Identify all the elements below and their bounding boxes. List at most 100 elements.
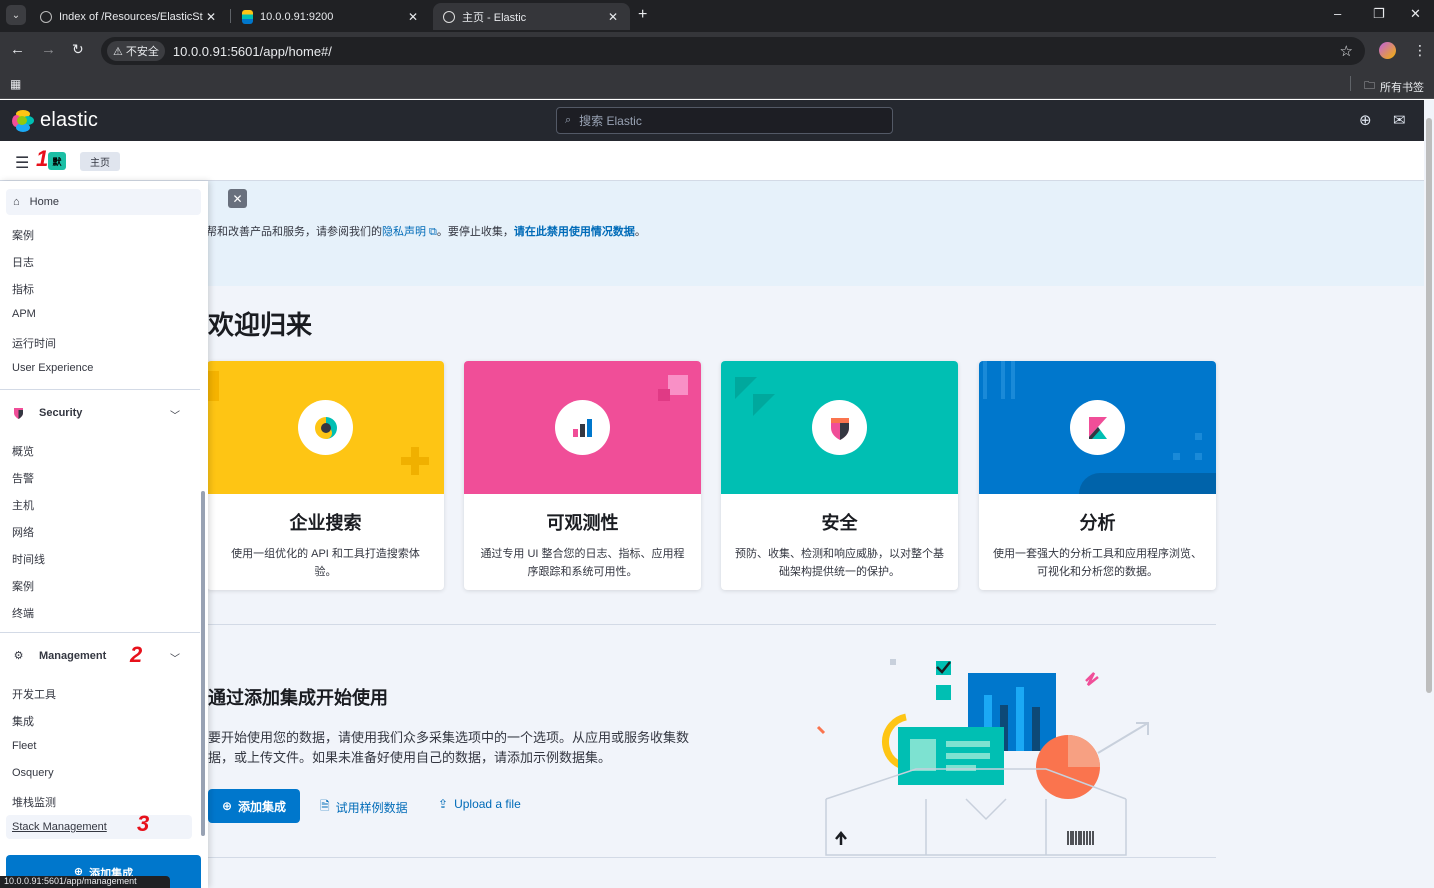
sample-data-label: 试用样例数据 bbox=[335, 801, 408, 815]
notice-text-end: 。 bbox=[634, 226, 646, 238]
nav-group-security[interactable]: Security bbox=[12, 406, 82, 419]
nav-group-management[interactable]: ⚙ Management bbox=[12, 649, 107, 663]
browser-tab-es[interactable]: 10.0.0.91:9200 ✕ bbox=[232, 3, 430, 30]
browser-tab-home[interactable]: 主页 - Elastic ✕ bbox=[433, 3, 630, 30]
security-chip[interactable]: ⚠ 不安全 bbox=[107, 41, 165, 61]
upload-file-link[interactable]: ⇪ Upload a file bbox=[438, 797, 521, 811]
tab-title: 主页 - Elastic bbox=[462, 11, 527, 24]
bookmarks-bar: ▦ 🗀 所有书签 bbox=[0, 69, 1434, 99]
nav-item-logs[interactable]: 日志 bbox=[12, 254, 34, 270]
forward-icon[interactable]: → bbox=[41, 41, 56, 58]
menu-toggle-icon[interactable]: ☰ bbox=[15, 153, 29, 173]
solution-card-observability[interactable]: 可观测性 通过专用 UI 整合您的日志、指标、应用程序跟踪和系统可用性。 bbox=[464, 361, 701, 590]
nav-item-fleet[interactable]: Fleet bbox=[12, 740, 36, 752]
omnibox[interactable]: ⚠ 不安全 10.0.0.91:5601/app/home#/ ☆ bbox=[101, 37, 1365, 65]
add-integrations-button[interactable]: ⊕ 添加集成 bbox=[208, 789, 300, 823]
privacy-link[interactable]: 隐私声明 bbox=[382, 226, 426, 238]
chevron-down-icon[interactable]: ﹀ bbox=[170, 407, 180, 422]
help-icon[interactable]: ⊕ bbox=[1359, 111, 1372, 129]
observability-icon bbox=[555, 400, 610, 455]
space-avatar[interactable]: 默 bbox=[48, 152, 66, 170]
annotation-1: 1 bbox=[36, 146, 49, 171]
all-bookmarks-button[interactable]: 🗀 所有书签 bbox=[1364, 77, 1424, 96]
nav-item-network[interactable]: 网络 bbox=[12, 524, 34, 540]
nav-group-management-label: Management bbox=[39, 649, 107, 662]
nav-item-hosts[interactable]: 主机 bbox=[12, 497, 34, 513]
restore-button[interactable]: ❐ bbox=[1373, 6, 1385, 22]
page-scrollbar[interactable] bbox=[1424, 100, 1434, 888]
integrations-illustration bbox=[816, 659, 1149, 856]
breadcrumb-home[interactable]: 主页 bbox=[80, 152, 120, 171]
chevron-down-icon[interactable]: ﹀ bbox=[170, 650, 180, 665]
nav-item-user-experience[interactable]: User Experience bbox=[12, 362, 93, 374]
nav-item-stack-management-label: Stack Management bbox=[12, 821, 107, 833]
brand-text: elastic bbox=[40, 109, 99, 131]
nav-group-security-label: Security bbox=[39, 406, 83, 419]
section-divider bbox=[208, 624, 1216, 625]
breadcrumb-bar: ☰ 默 主页 bbox=[0, 141, 1424, 181]
sample-data-link[interactable]: 🗎 试用样例数据 bbox=[320, 797, 408, 818]
disable-telemetry-link[interactable]: 请在此禁用使用情况数据 bbox=[514, 226, 635, 238]
browser-tab-index[interactable]: Index of /Resources/ElasticSt ✕ bbox=[30, 3, 228, 30]
bookmark-separator bbox=[1350, 76, 1351, 91]
notice-text-start: 帮和改善产品和服务，请参阅我们的 bbox=[208, 226, 382, 238]
reload-icon[interactable]: ↻ bbox=[72, 41, 84, 58]
close-icon[interactable]: ✕ bbox=[228, 189, 247, 208]
nav-item-uptime[interactable]: 运行时间 bbox=[12, 335, 56, 351]
integrations-description: 要开始使用您的数据，请使用我们众多采集选项中的一个选项。从应用或服务收集数据，或… bbox=[208, 730, 690, 765]
card-banner bbox=[464, 361, 701, 494]
card-banner bbox=[979, 361, 1216, 494]
nav-item-overview[interactable]: 概览 bbox=[12, 443, 34, 459]
nav-home[interactable]: ⌂ Home bbox=[6, 189, 201, 215]
nav-item-endpoints[interactable]: 终端 bbox=[12, 605, 34, 621]
global-search-input[interactable]: ⌕ 搜索 Elastic bbox=[556, 107, 893, 134]
nav-item-osquery[interactable]: Osquery bbox=[12, 767, 54, 779]
url-text[interactable]: 10.0.0.91:5601/app/home#/ bbox=[173, 44, 332, 59]
page-title: 欢迎归来 bbox=[208, 310, 313, 340]
browser-menu-icon[interactable]: ⋮ bbox=[1413, 42, 1427, 59]
card-description: 使用一组优化的 API 和工具打造搜索体验。 bbox=[231, 548, 420, 578]
card-banner bbox=[721, 361, 958, 494]
telemetry-notice: ✕ 帮和改善产品和服务，请参阅我们的隐私声明 ⧉。要停止收集，请在此禁用使用情况… bbox=[208, 181, 1424, 286]
browser-tab-strip: ⌄ Index of /Resources/ElasticSt ✕ 10.0.0… bbox=[0, 0, 1434, 32]
minimize-button[interactable]: – bbox=[1334, 6, 1341, 21]
nav-item-integrations[interactable]: 集成 bbox=[12, 713, 34, 729]
address-toolbar: ← → ↻ ⚠ 不安全 10.0.0.91:5601/app/home#/ ☆ bbox=[0, 32, 1434, 69]
nav-item-timelines[interactable]: 时间线 bbox=[12, 551, 45, 567]
folder-icon: 🗀 bbox=[1364, 80, 1375, 92]
scrollbar-thumb[interactable] bbox=[1426, 118, 1432, 693]
nav-item-alerts[interactable]: 告警 bbox=[12, 470, 34, 486]
new-tab-button[interactable]: + bbox=[638, 6, 647, 24]
nav-item-apm[interactable]: APM bbox=[12, 308, 36, 320]
tab-search-button[interactable]: ⌄ bbox=[6, 5, 26, 25]
card-description: 预防、收集、检测和响应威胁，以对整个基础架构提供统一的保护。 bbox=[735, 548, 944, 578]
tab-title: Index of /Resources/ElasticSt bbox=[59, 10, 203, 23]
nav-item-sec-cases[interactable]: 案例 bbox=[12, 578, 34, 594]
bookmark-star-icon[interactable]: ☆ bbox=[1340, 42, 1353, 60]
close-icon[interactable]: ✕ bbox=[406, 10, 420, 24]
card-title: 可观测性 bbox=[546, 513, 619, 533]
nav-item-dev-tools[interactable]: 开发工具 bbox=[12, 686, 56, 702]
home-icon: ⌂ bbox=[13, 196, 20, 208]
solution-card-enterprise-search[interactable]: 企业搜索 使用一组优化的 API 和工具打造搜索体验。 bbox=[208, 361, 444, 590]
nav-item-stack-management[interactable]: Stack Management bbox=[6, 815, 192, 839]
window-close-button[interactable]: ✕ bbox=[1410, 6, 1421, 22]
integrations-title: 通过添加集成开始使用 bbox=[208, 688, 388, 708]
newsfeed-icon[interactable]: ✉ bbox=[1393, 111, 1406, 129]
nav-item-metrics[interactable]: 指标 bbox=[12, 281, 34, 297]
document-icon: 🗎 bbox=[320, 799, 330, 813]
back-icon[interactable]: ← bbox=[10, 41, 25, 58]
close-icon[interactable]: ✕ bbox=[606, 10, 620, 24]
main-content: ✕ 帮和改善产品和服务，请参阅我们的隐私声明 ⧉。要停止收集，请在此禁用使用情况… bbox=[208, 181, 1424, 888]
close-icon[interactable]: ✕ bbox=[204, 10, 218, 24]
section-divider bbox=[208, 857, 1216, 858]
nav-item-obs-cases[interactable]: 案例 bbox=[12, 227, 34, 243]
apps-grid-icon[interactable]: ▦ bbox=[10, 77, 21, 91]
profile-avatar[interactable] bbox=[1379, 42, 1396, 59]
external-link-icon: ⧉ bbox=[426, 226, 437, 238]
solution-card-analytics[interactable]: 分析 使用一套强大的分析工具和应用程序浏览、可视化和分析您的数据。 bbox=[979, 361, 1216, 590]
solution-card-security[interactable]: 安全 预防、收集、检测和响应威胁，以对整个基础架构提供统一的保护。 bbox=[721, 361, 958, 590]
nav-item-stack-monitoring[interactable]: 堆栈监测 bbox=[12, 794, 56, 810]
elastic-logo[interactable]: elastic bbox=[12, 109, 98, 132]
sidenav-scrollbar[interactable] bbox=[201, 491, 205, 836]
